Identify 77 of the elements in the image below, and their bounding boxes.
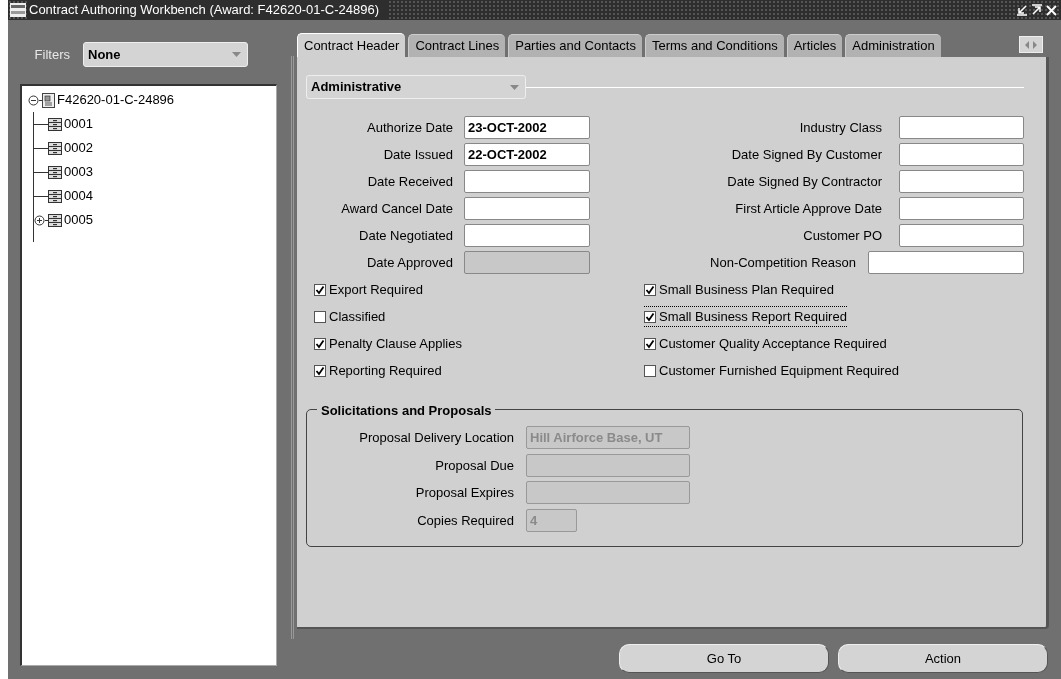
checkbox[interactable] — [644, 337, 656, 350]
checkbox[interactable] — [644, 310, 656, 323]
tab[interactable]: Terms and Conditions — [644, 34, 784, 57]
filters-dropdown[interactable]: None — [83, 42, 248, 67]
tab[interactable]: Contract Lines — [408, 34, 506, 57]
input-field[interactable]: 23-OCT-2002 — [464, 116, 590, 139]
cabinet-icon — [48, 141, 62, 155]
region-dropdown[interactable]: Administrative — [306, 75, 526, 99]
checkbox-label: Export Required — [329, 280, 423, 299]
checkbox[interactable] — [314, 337, 326, 350]
tree-item[interactable]: 0002 — [64, 138, 93, 158]
input-field[interactable] — [899, 224, 1024, 247]
app-icon — [10, 3, 26, 17]
tree-item[interactable]: 0004 — [64, 186, 93, 206]
document-icon — [42, 92, 55, 108]
field-label: Proposal Delivery Location — [358, 429, 514, 447]
input-field[interactable] — [899, 170, 1024, 193]
filters-label: Filters — [33, 45, 70, 64]
field-label: Non-Competition Reason — [709, 253, 856, 272]
cabinet-icon — [48, 117, 62, 131]
tab[interactable]: Parties and Contacts — [508, 34, 642, 57]
field-label: Authorize Date — [366, 118, 453, 137]
left-right-arrows-icon — [1024, 40, 1038, 49]
checkbox[interactable] — [644, 364, 656, 377]
checkbox-label: Small Business Plan Required — [659, 280, 834, 299]
field-label: Date Signed By Customer — [730, 145, 882, 164]
collapse-toggle[interactable] — [28, 94, 39, 106]
input-field[interactable] — [868, 251, 1024, 274]
field-label: Date Signed By Contractor — [726, 172, 882, 191]
caret-icon — [232, 52, 241, 57]
checkbox-label: Small Business Report Required — [659, 307, 847, 326]
field-label: Award Cancel Date — [340, 199, 453, 218]
tab[interactable]: Contract Header — [297, 33, 406, 57]
input-field[interactable] — [464, 197, 590, 220]
input-field[interactable]: 22-OCT-2002 — [464, 143, 590, 166]
checkbox-label: Classified — [329, 307, 386, 326]
action-button[interactable]: Go To — [619, 644, 829, 673]
tab[interactable]: Articles — [786, 34, 843, 57]
field-label: Proposal Expires — [414, 484, 514, 502]
cabinet-icon — [48, 213, 62, 227]
checkbox[interactable] — [314, 283, 326, 296]
checkbox-label: Penalty Clause Applies — [329, 334, 462, 353]
field-label: Date Approved — [366, 253, 453, 272]
cabinet-icon — [48, 189, 62, 203]
field-label: First Article Approve Date — [734, 199, 882, 218]
close-icon[interactable] — [1046, 4, 1057, 16]
cabinet-icon — [48, 165, 62, 179]
checkbox-label: Customer Quality Acceptance Required — [659, 334, 887, 353]
input-field[interactable] — [899, 116, 1024, 139]
checkbox[interactable] — [314, 364, 326, 377]
maximize-icon[interactable] — [1031, 4, 1043, 16]
checkbox[interactable] — [644, 283, 656, 296]
field-label: Customer PO — [802, 226, 882, 245]
input-field[interactable] — [464, 224, 590, 247]
expand-toggle[interactable] — [34, 214, 45, 226]
tree-item[interactable]: 0005 — [64, 210, 93, 230]
checkbox-label: Reporting Required — [329, 361, 442, 380]
caret-icon — [510, 84, 519, 90]
field-label: Date Negotiated — [358, 226, 453, 245]
input-field[interactable] — [464, 170, 590, 193]
tree-item[interactable]: 0003 — [64, 162, 93, 182]
minimize-icon[interactable] — [1016, 4, 1028, 16]
tab-scroll-button[interactable] — [1019, 36, 1043, 53]
field-label: Copies Required — [416, 511, 514, 530]
input-field[interactable] — [899, 197, 1024, 220]
input-field[interactable] — [899, 143, 1024, 166]
tree-item[interactable]: 0001 — [64, 114, 93, 134]
tab[interactable]: Administration — [845, 34, 941, 57]
field-label: Date Issued — [382, 145, 453, 164]
checkbox[interactable] — [314, 310, 326, 323]
field-label: Industry Class — [798, 118, 882, 137]
window-title: Contract Authoring Workbench (Award: F42620-01-C-24896) — [29, 0, 387, 20]
tree-item[interactable]: F42620-01-C-24896 — [57, 90, 175, 110]
field-label: Proposal Due — [434, 456, 514, 475]
checkbox-label: Customer Furnished Equipment Required — [659, 361, 899, 380]
field-label: Date Received — [366, 172, 453, 191]
action-button[interactable]: Action — [838, 644, 1048, 673]
